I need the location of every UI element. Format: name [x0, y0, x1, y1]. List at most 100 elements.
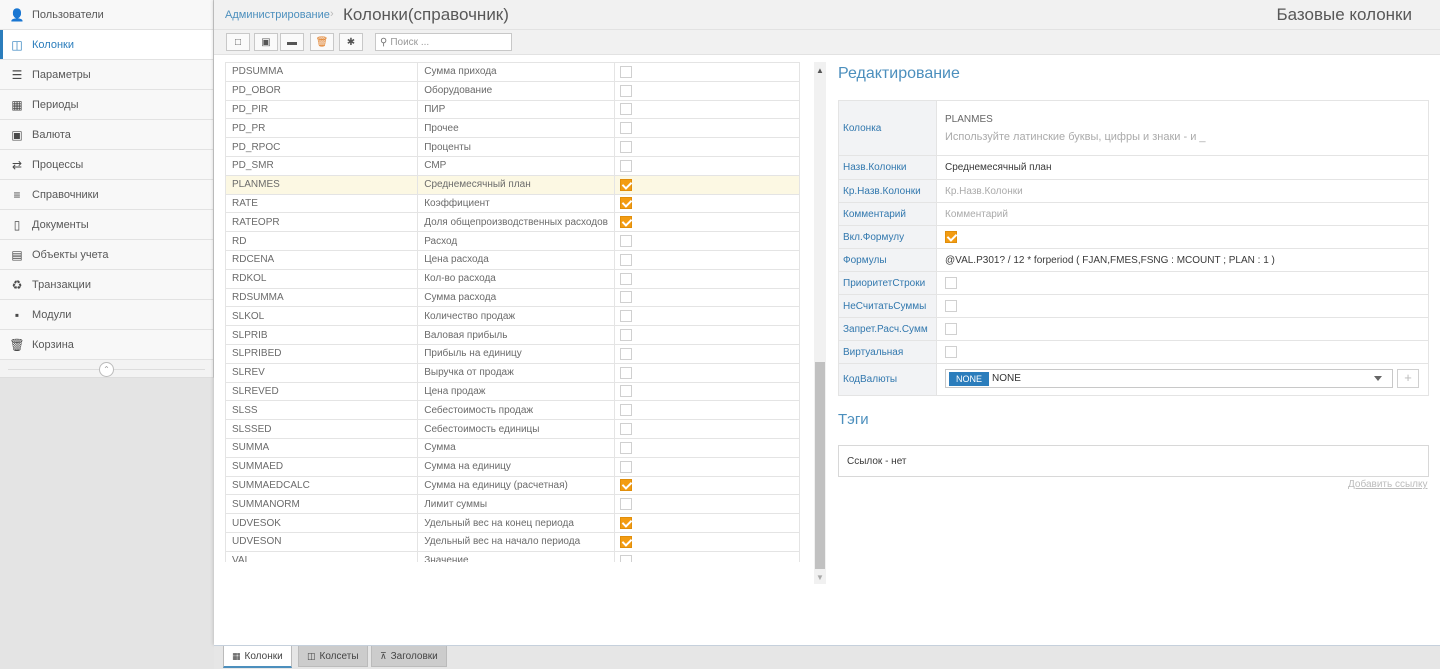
virtual-checkbox[interactable]	[945, 346, 957, 358]
row-checkbox[interactable]	[619, 122, 632, 135]
column-name-cell[interactable]: Проценты	[417, 137, 615, 157]
column-name-cell[interactable]: Доля общепроизводственных расходов	[417, 212, 615, 233]
row-checkbox[interactable]	[619, 404, 632, 417]
column-name-cell[interactable]: Лимит суммы	[417, 494, 615, 515]
formulas-value[interactable]: @VAL.P301? / 12 * forperiod ( FJAN,FMES,…	[945, 255, 1275, 266]
column-code-cell[interactable]: PD_PR	[225, 118, 419, 139]
column-name-cell[interactable]: Удельный вес на начало периода	[417, 531, 615, 552]
column-code-cell[interactable]: RDKOL	[225, 268, 419, 289]
row-checkbox[interactable]	[619, 178, 632, 191]
collapse-icon[interactable]: ⌃	[99, 362, 114, 377]
column-name-cell[interactable]: Сумма на единицу	[417, 456, 615, 477]
sidebar-item-1[interactable]: ◫ Колонки	[0, 30, 213, 60]
bottom-tab-2[interactable]: ⊼ Заголовки	[371, 646, 447, 667]
row-checkbox[interactable]	[619, 535, 632, 548]
sidebar-item-10[interactable]: ▪ Модули	[0, 300, 213, 330]
column-name-cell[interactable]: Цена расхода	[417, 249, 615, 270]
table-row[interactable]: PD_SMR СМР	[225, 155, 800, 176]
table-row[interactable]: SLKOL Количество продаж	[225, 306, 800, 327]
column-code-cell[interactable]: PD_OBOR	[225, 80, 419, 101]
column-name-cell[interactable]: Расход	[417, 231, 615, 251]
table-row[interactable]: PD_OBOR Оборудование	[225, 80, 800, 101]
sidebar-item-3[interactable]: ▦ Периоды	[0, 90, 213, 120]
column-name-cell[interactable]: Выручка от продаж	[417, 362, 615, 383]
grid-scrollbar[interactable]: ▲ ▼	[814, 62, 826, 584]
sidebar-item-11[interactable]: 🗑 Корзина	[0, 330, 213, 360]
column-code-cell[interactable]: SLREVED	[225, 381, 419, 402]
table-row[interactable]: PD_PR Прочее	[225, 118, 800, 139]
row-checkbox[interactable]	[619, 517, 632, 530]
save-button[interactable]: ▬	[280, 33, 304, 51]
row-checkbox[interactable]	[619, 253, 632, 266]
column-name-cell[interactable]: Прочее	[417, 118, 615, 139]
column-name-cell[interactable]: Сумма на единицу (расчетная)	[417, 475, 615, 496]
search-input[interactable]	[390, 36, 501, 48]
currency-select[interactable]: NONE NONE	[945, 369, 1393, 388]
column-code-cell[interactable]: SLSS	[225, 400, 419, 421]
row-checkbox[interactable]	[619, 84, 632, 97]
column-code-cell[interactable]: UDVESON	[225, 531, 419, 552]
column-name-cell[interactable]: Оборудование	[417, 80, 615, 101]
column-code-cell[interactable]: SUMMAEDCALC	[225, 475, 419, 496]
name-value[interactable]: Среднемесячный план	[945, 162, 1052, 173]
row-checkbox[interactable]	[619, 197, 632, 210]
scroll-up-icon[interactable]: ▲	[816, 66, 824, 75]
sidebar-item-4[interactable]: ▣ Валюта	[0, 120, 213, 150]
column-name-cell[interactable]: Валовая прибыль	[417, 325, 615, 345]
column-code-cell[interactable]: SLPRIB	[225, 325, 419, 345]
chevron-down-icon[interactable]	[1374, 376, 1382, 381]
column-code-cell[interactable]: PDSUMMA	[225, 62, 419, 82]
row-checkbox[interactable]	[619, 235, 632, 248]
sidebar-collapse[interactable]: ⌃	[0, 360, 214, 378]
nosum-checkbox[interactable]	[945, 300, 957, 312]
table-row[interactable]: VAL Значение	[225, 550, 800, 562]
formula-on-checkbox[interactable]	[945, 231, 957, 243]
column-code-cell[interactable]: PD_SMR	[225, 155, 419, 176]
table-row[interactable]: SUMMAED Сумма на единицу	[225, 456, 800, 477]
export-button[interactable]: ▣	[254, 33, 278, 51]
column-name-cell[interactable]: Сумма	[417, 437, 615, 458]
column-name-cell[interactable]: Прибыль на единицу	[417, 343, 615, 364]
short-name-input[interactable]	[945, 185, 1428, 197]
sidebar-item-7[interactable]: ▯ Документы	[0, 210, 213, 240]
add-currency-button[interactable]: +	[1397, 369, 1419, 388]
column-name-cell[interactable]: Удельный вес на конец периода	[417, 513, 615, 533]
sidebar-item-9[interactable]: ♻ Транзакции	[0, 270, 213, 300]
scrollbar-thumb[interactable]	[815, 362, 825, 569]
table-row[interactable]: SLREVED Цена продаж	[225, 381, 800, 402]
table-row[interactable]: RDKOL Кол-во расхода	[225, 268, 800, 289]
row-checkbox[interactable]	[619, 347, 632, 360]
priority-checkbox[interactable]	[945, 277, 957, 289]
table-row[interactable]: SLSSED Себестоимость единицы	[225, 419, 800, 439]
breadcrumb-admin-link[interactable]: Администрирование	[225, 9, 330, 21]
table-row[interactable]: SLREV Выручка от продаж	[225, 362, 800, 383]
column-name-cell[interactable]: ПИР	[417, 99, 615, 120]
table-row[interactable]: PD_RPOC Проценты	[225, 137, 800, 157]
new-button[interactable]: □	[226, 33, 250, 51]
column-code-cell[interactable]: RATE	[225, 193, 419, 214]
nocalc-checkbox[interactable]	[945, 323, 957, 335]
table-row[interactable]: SUMMANORM Лимит суммы	[225, 494, 800, 515]
table-row[interactable]: RATEOPR Доля общепроизводственных расходо…	[225, 212, 800, 233]
column-name-cell[interactable]: Себестоимость единицы	[417, 419, 615, 439]
table-row[interactable]: UDVESON Удельный вес на начало периода	[225, 531, 800, 552]
table-row[interactable]: RATE Коэффициент	[225, 193, 800, 214]
sidebar-item-5[interactable]: ⇄ Процессы	[0, 150, 213, 180]
sidebar-item-8[interactable]: ▤ Объекты учета	[0, 240, 213, 270]
table-row[interactable]: SUMMAEDCALC Сумма на единицу (расчетная)	[225, 475, 800, 496]
name-field[interactable]: Среднемесячный план	[937, 156, 1428, 179]
sidebar-item-2[interactable]: ☰ Параметры	[0, 60, 213, 90]
column-code-cell[interactable]: PLANMES	[225, 174, 419, 195]
column-name-cell[interactable]: Коэффициент	[417, 193, 615, 214]
row-checkbox[interactable]	[619, 65, 632, 78]
column-code-cell[interactable]: VAL	[225, 550, 419, 562]
column-code-cell[interactable]: RATEOPR	[225, 212, 419, 233]
row-checkbox[interactable]	[619, 441, 632, 454]
row-checkbox[interactable]	[619, 329, 632, 342]
comment-input[interactable]	[945, 208, 1428, 220]
row-checkbox[interactable]	[619, 310, 632, 323]
sidebar-item-6[interactable]: ≡ Справочники	[0, 180, 213, 210]
column-name-cell[interactable]: Кол-во расхода	[417, 268, 615, 289]
table-row[interactable]: RDCENA Цена расхода	[225, 249, 800, 270]
column-name-cell[interactable]: Сумма прихода	[417, 62, 615, 82]
